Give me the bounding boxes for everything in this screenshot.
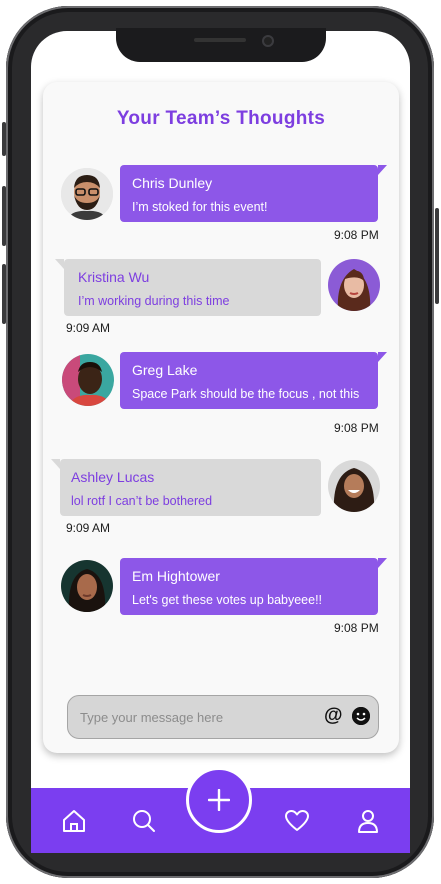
avatar-ashley-lucas[interactable] (328, 460, 380, 512)
avatar-em-hightower[interactable] (61, 560, 113, 612)
message-input[interactable] (78, 706, 312, 728)
message-text: I’m stoked for this event! (132, 200, 268, 214)
at-icon[interactable]: @ (324, 705, 343, 727)
phone-volume-down (2, 264, 6, 324)
message-sender: Greg Lake (132, 362, 198, 378)
message-bubble[interactable]: Em Hightower Let's get these votes up ba… (120, 558, 387, 615)
bubble-tail (378, 352, 387, 362)
front-camera (262, 35, 274, 47)
message-time: 9:09 AM (66, 521, 111, 535)
message-time: 9:09 AM (66, 321, 111, 335)
phone-power-button (435, 208, 439, 304)
message-bubble[interactable]: Ashley Lucas lol rotf I can’t be bothere… (51, 459, 321, 516)
search-icon[interactable] (131, 808, 157, 834)
avatar-chris-dunley[interactable] (61, 168, 113, 220)
bubble-tail (55, 259, 64, 269)
phone-notch (116, 28, 326, 62)
message-bubble[interactable]: Greg Lake Space Park should be the focus… (120, 352, 387, 409)
message-bubble[interactable]: Kristina Wu I’m working during this time (55, 259, 321, 316)
bubble-tail (378, 558, 387, 568)
message-composer: @ (67, 695, 379, 739)
add-button[interactable] (186, 767, 252, 833)
message-sender: Chris Dunley (132, 175, 213, 191)
page-title: Your Team’s Thoughts (116, 108, 326, 129)
speaker-grille (194, 38, 246, 42)
heart-icon[interactable] (284, 808, 310, 834)
add-icon (207, 788, 231, 812)
phone-volume-up (2, 186, 6, 246)
message-sender: Ashley Lucas (71, 469, 155, 485)
phone-mute-switch (2, 122, 6, 156)
message-sender: Em Hightower (132, 568, 220, 584)
message-text: I’m working during this time (78, 294, 230, 308)
message-bubble[interactable]: Chris Dunley I’m stoked for this event! (120, 165, 387, 222)
chat-card: Your Team’s Thoughts Chris Dunley I’m st… (43, 82, 399, 753)
message-time: 9:08 PM (334, 421, 379, 435)
avatar-kristina-wu[interactable] (328, 259, 380, 311)
bubble-tail (378, 165, 387, 175)
profile-icon[interactable] (355, 808, 381, 834)
message-text: Let's get these votes up babyeee!! (132, 593, 323, 607)
message-text: lol rotf I can’t be bothered (71, 494, 213, 508)
emoji-icon[interactable] (352, 707, 370, 725)
message-text: Space Park should be the focus , not thi… (132, 387, 360, 401)
message-time: 9:08 PM (334, 621, 379, 635)
bubble-tail (51, 459, 60, 469)
home-icon[interactable] (61, 808, 87, 834)
message-time: 9:08 PM (334, 228, 379, 242)
avatar-greg-lake[interactable] (62, 354, 114, 406)
message-sender: Kristina Wu (78, 269, 150, 285)
